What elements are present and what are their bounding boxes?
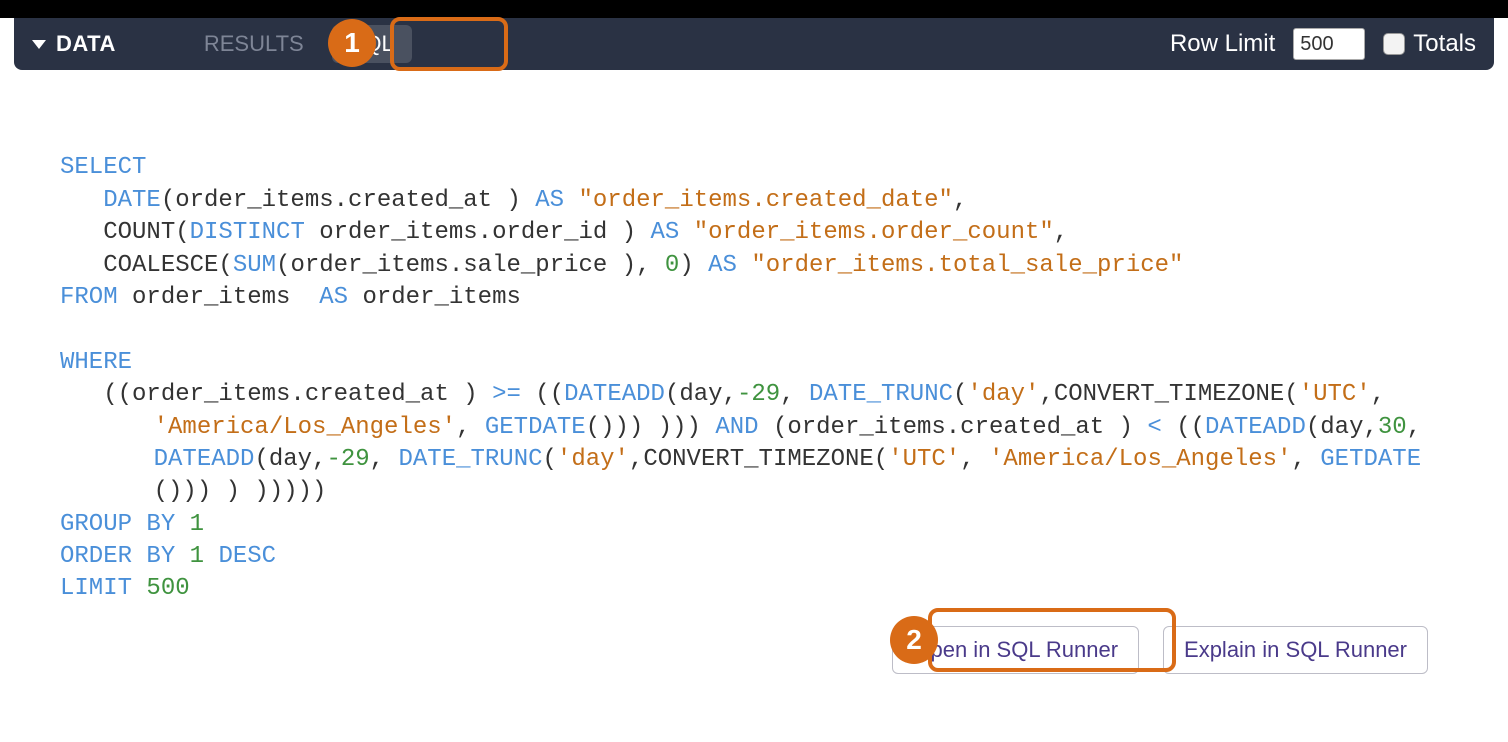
sql-token: (: [175, 219, 189, 246]
sql-token: "order_items.order_count": [679, 219, 1053, 246]
sql-token: 'America/Los_Angeles': [154, 414, 456, 441]
sql-code-view: SELECT DATE(order_items.created_at ) AS …: [0, 70, 1508, 616]
footer-buttons: 2 Open in SQL Runner Explain in SQL Runn…: [0, 616, 1508, 674]
sql-token: -29: [737, 381, 780, 408]
sql-token: (day,: [1306, 414, 1378, 441]
sql-token: GETDATE: [485, 414, 586, 441]
sql-token: 500: [132, 575, 190, 602]
sql-token: 0: [665, 252, 679, 279]
sql-token: ((: [521, 381, 564, 408]
sql-token: ,: [953, 187, 967, 214]
rowlimit-label: Row Limit: [1170, 30, 1275, 58]
sql-token: -29: [326, 446, 369, 473]
tab-results[interactable]: RESULTS: [186, 25, 322, 63]
sql-token: DESC: [218, 543, 276, 570]
sql-token: order_items: [118, 284, 320, 311]
totals-group: Totals: [1383, 30, 1476, 58]
sql-token: AS: [319, 284, 348, 311]
sql-token: >=: [492, 381, 521, 408]
sql-token: ,: [780, 381, 809, 408]
sql-line: COALESCE(SUM(order_items.sale_price ), 0…: [103, 250, 1183, 282]
sql-token: ,: [370, 446, 399, 473]
sql-token: ((order_items.created_at ): [103, 381, 492, 408]
sql-token: 'day': [557, 446, 629, 473]
sql-token: order_items: [348, 284, 521, 311]
sql-line: ())) ) ))))): [154, 476, 327, 508]
sql-line: DATEADD(day,-29, DATE_TRUNC('day',CONVER…: [154, 444, 1422, 476]
sql-token: (: [953, 381, 967, 408]
sql-token: (: [543, 446, 557, 473]
caret-down-icon: [32, 40, 46, 49]
callout-badge-1: 1: [328, 19, 376, 67]
sql-token: ,: [1407, 414, 1421, 441]
sql-token: ,: [960, 446, 989, 473]
sql-token: ,: [456, 414, 485, 441]
sql-line: ((order_items.created_at ) >= ((DATEADD(…: [103, 379, 1385, 411]
sql-line: DATE(order_items.created_at ) AS "order_…: [103, 185, 967, 217]
sql-token: "order_items.total_sale_price": [737, 252, 1183, 279]
sql-token: <: [1147, 414, 1161, 441]
window-top-border: [0, 0, 1508, 18]
sql-token: AND: [715, 414, 758, 441]
sql-token: 'day': [967, 381, 1039, 408]
sql-token: LIMIT: [60, 575, 132, 602]
sql-token: DATEADD: [154, 446, 255, 473]
sql-token: 30: [1378, 414, 1407, 441]
sql-token: AS: [708, 252, 737, 279]
sql-token: (order_items.sale_price ),: [276, 252, 665, 279]
sql-token: 'UTC': [1299, 381, 1371, 408]
sql-token: (day,: [665, 381, 737, 408]
sql-token: ,CONVERT_TIMEZONE(: [629, 446, 888, 473]
sql-token: ,CONVERT_TIMEZONE(: [1039, 381, 1298, 408]
sql-token: SUM: [233, 252, 276, 279]
sql-token: DATE_TRUNC: [398, 446, 542, 473]
sql-token: DATEADD: [1205, 414, 1306, 441]
sql-token: (: [218, 252, 232, 279]
sql-line: COUNT(DISTINCT order_items.order_id ) AS…: [103, 217, 1068, 249]
sql-token: ): [679, 252, 708, 279]
sql-token: DATEADD: [564, 381, 665, 408]
sql-token: 1: [175, 543, 218, 570]
sql-token: GETDATE: [1320, 446, 1421, 473]
sql-token: ,: [1291, 446, 1320, 473]
sql-token: order_items.order_id ): [305, 219, 651, 246]
data-label: DATA: [56, 31, 116, 57]
sql-token: WHERE: [60, 349, 132, 376]
sql-token: ((: [1162, 414, 1205, 441]
sql-token: 'America/Los_Angeles': [989, 446, 1291, 473]
sql-token: 'UTC': [888, 446, 960, 473]
sql-token: GROUP BY: [60, 511, 175, 538]
callout-ring-2: [928, 608, 1176, 672]
sql-token: "order_items.created_date": [564, 187, 953, 214]
right-controls: Row Limit Totals: [1170, 28, 1476, 60]
explain-sql-runner-button[interactable]: Explain in SQL Runner: [1163, 626, 1428, 674]
sql-token: (order_items.created_at ): [161, 187, 535, 214]
data-toolbar: DATA RESULTS SQL Row Limit Totals 1: [14, 18, 1494, 70]
callout-badge-2: 2: [890, 616, 938, 664]
sql-line: 'America/Los_Angeles', GETDATE())) ))) A…: [154, 412, 1422, 444]
data-section-toggle[interactable]: DATA: [32, 31, 116, 57]
sql-token: FROM: [60, 284, 118, 311]
sql-token: ())) ))): [586, 414, 716, 441]
totals-checkbox[interactable]: [1383, 33, 1405, 55]
sql-token: COALESCE: [103, 252, 218, 279]
callout-ring-1: [390, 17, 508, 71]
rowlimit-input[interactable]: [1293, 28, 1365, 60]
sql-token: SELECT: [60, 154, 146, 181]
sql-token: (day,: [254, 446, 326, 473]
sql-token: 1: [175, 511, 204, 538]
tabs-group: RESULTS SQL: [186, 25, 412, 63]
sql-token: (order_items.created_at ): [759, 414, 1148, 441]
sql-token: ORDER BY: [60, 543, 175, 570]
sql-token: AS: [535, 187, 564, 214]
totals-label: Totals: [1413, 30, 1476, 58]
sql-token: COUNT: [103, 219, 175, 246]
sql-token: DATE: [103, 187, 161, 214]
sql-token: DISTINCT: [190, 219, 305, 246]
sql-token: AS: [651, 219, 680, 246]
sql-token: ,: [1054, 219, 1068, 246]
sql-token: DATE_TRUNC: [809, 381, 953, 408]
sql-token: ,: [1371, 381, 1385, 408]
